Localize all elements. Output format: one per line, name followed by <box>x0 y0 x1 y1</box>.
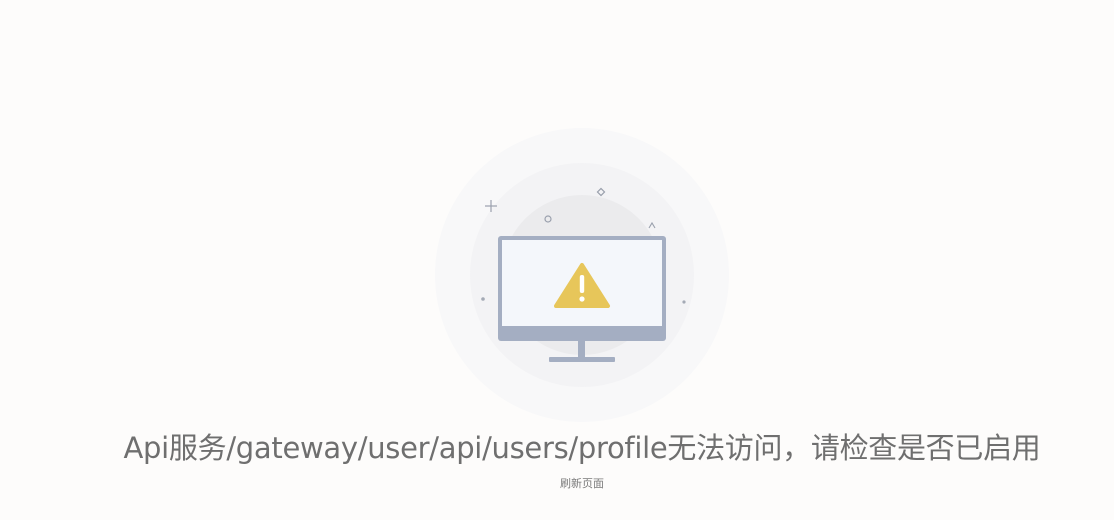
error-message: Api服务/gateway/user/api/users/profile无法访问… <box>123 431 1041 465</box>
error-illustration <box>432 128 732 428</box>
sparkle-dot-left-icon <box>481 297 485 301</box>
refresh-page-link[interactable]: 刷新页面 <box>0 477 1114 491</box>
error-illustration-graphic <box>435 128 729 422</box>
sparkle-dot-right-icon <box>682 300 686 304</box>
